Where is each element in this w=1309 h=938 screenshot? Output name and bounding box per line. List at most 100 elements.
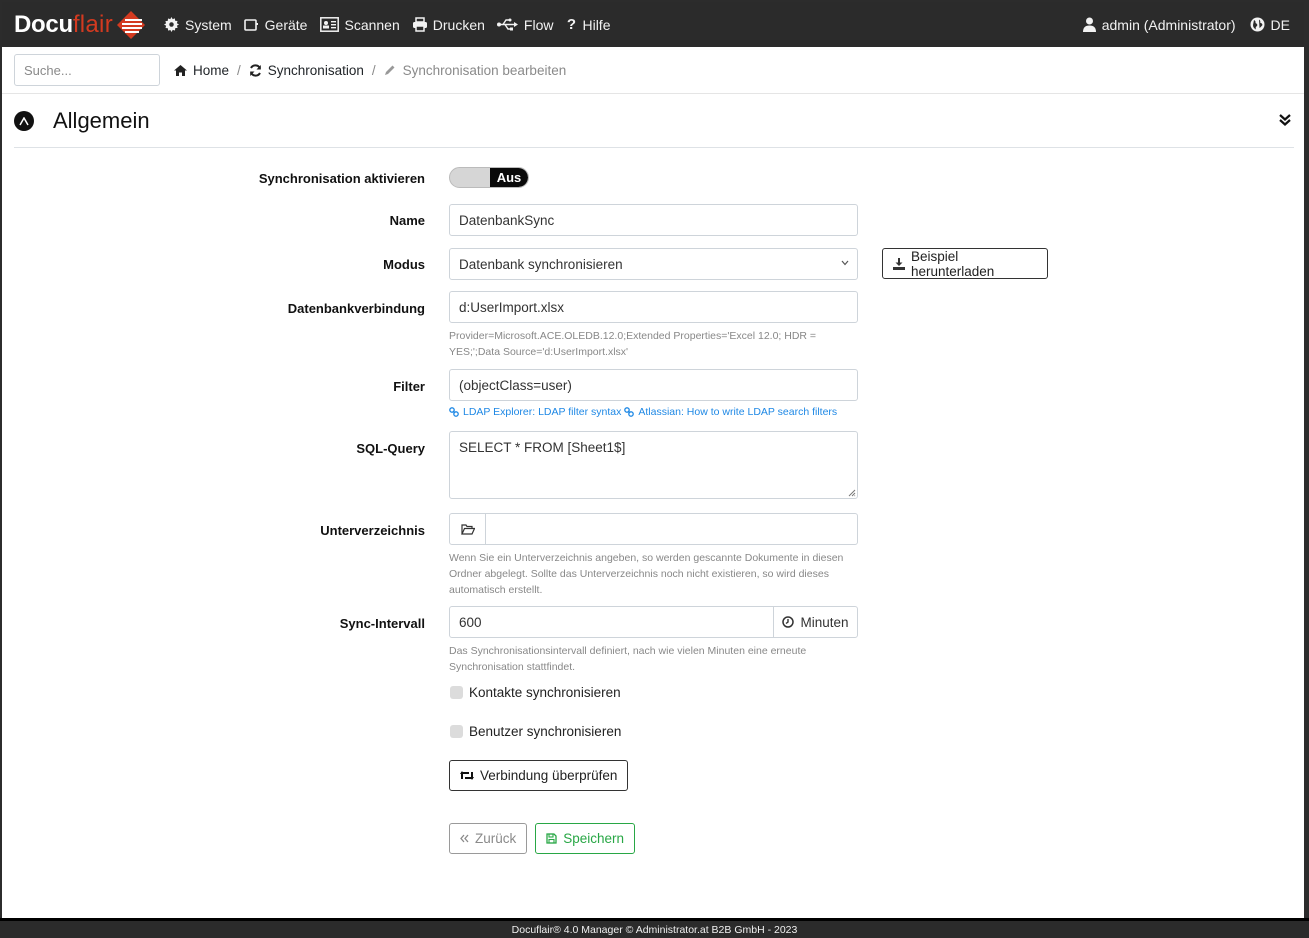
filter-input[interactable]: (objectClass=user) xyxy=(449,369,858,401)
device-icon xyxy=(244,17,260,33)
subdir-input[interactable] xyxy=(486,514,857,544)
users-checkbox-label: Benutzer synchronisieren xyxy=(469,724,622,739)
save-button[interactable]: Speichern xyxy=(535,823,636,854)
search-input[interactable] xyxy=(14,54,160,86)
mode-label: Modus xyxy=(383,257,425,272)
id-card-icon xyxy=(319,17,339,33)
breadcrumb-separator: / xyxy=(237,62,241,78)
nav-flow-label: Flow xyxy=(523,16,554,33)
nav-system-label: System xyxy=(184,16,232,33)
app-window: Docu flair System Geräte Scannen Drucken… xyxy=(2,2,1304,936)
nav-flow[interactable]: Flow xyxy=(497,16,554,33)
refresh-icon xyxy=(249,63,263,77)
breadcrumb-separator: / xyxy=(371,62,376,78)
nav-system[interactable]: System xyxy=(164,17,232,33)
nav-devices[interactable]: Geräte xyxy=(244,16,308,33)
question-icon: ? xyxy=(566,16,577,33)
sql-query-value: SELECT * FROM [Sheet1$] xyxy=(459,440,626,455)
contacts-checkbox-row[interactable]: Kontakte synchronisieren xyxy=(449,685,621,700)
nav-help[interactable]: ? Hilfe xyxy=(565,16,611,33)
atlassian-link[interactable]: Atlassian: How to write LDAP search filt… xyxy=(624,406,837,418)
breadcrumb-current-label: Synchronisation bearbeiten xyxy=(402,62,567,78)
brand-logo[interactable]: Docu flair xyxy=(14,10,146,40)
back-button[interactable]: Zurück xyxy=(449,823,528,854)
nav-print[interactable]: Drucken xyxy=(412,17,485,33)
nav-scan[interactable]: Scannen xyxy=(319,16,400,33)
clock-icon xyxy=(782,616,795,628)
name-input[interactable]: DatenbankSync xyxy=(449,204,858,236)
interval-unit: Minuten xyxy=(773,607,857,637)
nav-language-label: DE xyxy=(1270,16,1290,33)
nav-user-menu[interactable]: admin (Administrator) xyxy=(1083,17,1236,33)
sql-query-textarea[interactable]: SELECT * FROM [Sheet1$] xyxy=(449,431,858,499)
db-connection-input[interactable]: d:UserImport.xlsx xyxy=(449,291,858,323)
breadcrumb-home-label: Home xyxy=(193,62,230,78)
download-example-button[interactable]: Beispiel herunterladen xyxy=(882,248,1048,279)
nav-help-label: Hilfe xyxy=(582,16,611,33)
breadcrumb-synchronisation-label: Synchronisation xyxy=(267,62,364,78)
atlassian-link-label: Atlassian: How to write LDAP search filt… xyxy=(638,406,838,418)
subdir-input-group xyxy=(449,513,858,545)
contacts-checkbox[interactable] xyxy=(450,686,463,699)
floppy-disk-icon xyxy=(546,833,557,844)
breadcrumb: Home / Synchronisation / Synchronisation… xyxy=(174,63,566,78)
double-chevron-left-icon xyxy=(460,834,469,843)
db-connection-help: Provider=Microsoft.ACE.OLEDB.12.0;Extend… xyxy=(449,330,817,358)
subdir-help: Wenn Sie ein Unterverzeichnis angeben, s… xyxy=(449,552,844,596)
link-icon xyxy=(624,407,635,417)
subdir-label: Unterverzeichnis xyxy=(320,523,425,538)
breadcrumb-synchronisation[interactable]: Synchronisation xyxy=(249,63,364,78)
download-example-label: Beispiel herunterladen xyxy=(911,248,995,279)
nav-scan-label: Scannen xyxy=(344,16,400,33)
download-icon xyxy=(893,257,905,270)
enable-sync-toggle[interactable]: Aus xyxy=(449,167,529,188)
ldap-explorer-link[interactable]: LDAP Explorer: LDAP filter syntax xyxy=(449,406,621,418)
interval-input-group: 600 Minuten xyxy=(449,606,858,638)
breadcrumb-current: Synchronisation bearbeiten xyxy=(384,62,567,78)
sql-label: SQL-Query xyxy=(356,441,425,456)
interval-input[interactable]: 600 xyxy=(450,607,773,637)
nav-devices-label: Geräte xyxy=(264,16,308,33)
double-chevron-down-icon[interactable] xyxy=(1278,113,1292,130)
nav-user-label: admin (Administrator) xyxy=(1101,16,1236,33)
mode-select[interactable]: Datenbank synchronisieren xyxy=(449,248,858,280)
printer-icon xyxy=(412,17,428,33)
footer: Docuflair® 4.0 Manager © Administrator.a… xyxy=(0,918,1309,938)
section-header: Allgemein xyxy=(14,95,1294,148)
name-label: Name xyxy=(389,213,425,228)
chevron-down-icon xyxy=(841,260,849,266)
brand-diamond-icon xyxy=(116,10,145,39)
users-checkbox[interactable] xyxy=(450,725,463,738)
gear-icon xyxy=(164,17,180,33)
interval-unit-label: Minuten xyxy=(800,614,849,630)
breadcrumb-home[interactable]: Home xyxy=(174,63,229,78)
brand-text-docu: Docu xyxy=(14,10,73,38)
contacts-checkbox-label: Kontakte synchronisieren xyxy=(469,685,621,700)
resize-handle-icon[interactable] xyxy=(847,488,856,497)
subbar: Home / Synchronisation / Synchronisation… xyxy=(2,47,1304,94)
ldap-explorer-link-label: LDAP Explorer: LDAP filter syntax xyxy=(463,406,622,418)
interval-help: Das Synchronisationsintervall definiert,… xyxy=(449,645,807,673)
save-button-label: Speichern xyxy=(563,831,625,846)
brand-text-flair: flair xyxy=(72,10,113,38)
back-button-label: Zurück xyxy=(475,831,517,846)
browse-folder-button[interactable] xyxy=(450,514,486,544)
section-title: Allgemein xyxy=(53,108,150,133)
db-connection-label: Datenbankverbindung xyxy=(287,301,425,316)
nav-print-label: Drucken xyxy=(432,16,485,33)
chevron-up-icon xyxy=(19,116,29,125)
home-icon xyxy=(174,63,188,77)
filter-links: LDAP Explorer: LDAP filter syntax Atlass… xyxy=(449,406,858,418)
folder-open-icon xyxy=(460,523,475,535)
footer-text: Docuflair® 4.0 Manager © Administrator.a… xyxy=(511,923,798,936)
interval-label: Sync-Intervall xyxy=(339,616,425,631)
usb-icon xyxy=(497,17,519,33)
check-connection-label: Verbindung überprüfen xyxy=(480,768,618,783)
enable-label: Synchronisation aktivieren xyxy=(258,171,425,186)
collapse-section-button[interactable] xyxy=(14,111,34,131)
top-navbar: Docu flair System Geräte Scannen Drucken… xyxy=(2,2,1304,47)
check-connection-button[interactable]: Verbindung überprüfen xyxy=(449,760,629,791)
nav-language[interactable]: DE xyxy=(1250,17,1290,33)
globe-icon xyxy=(1250,17,1266,33)
users-checkbox-row[interactable]: Benutzer synchronisieren xyxy=(449,724,621,739)
